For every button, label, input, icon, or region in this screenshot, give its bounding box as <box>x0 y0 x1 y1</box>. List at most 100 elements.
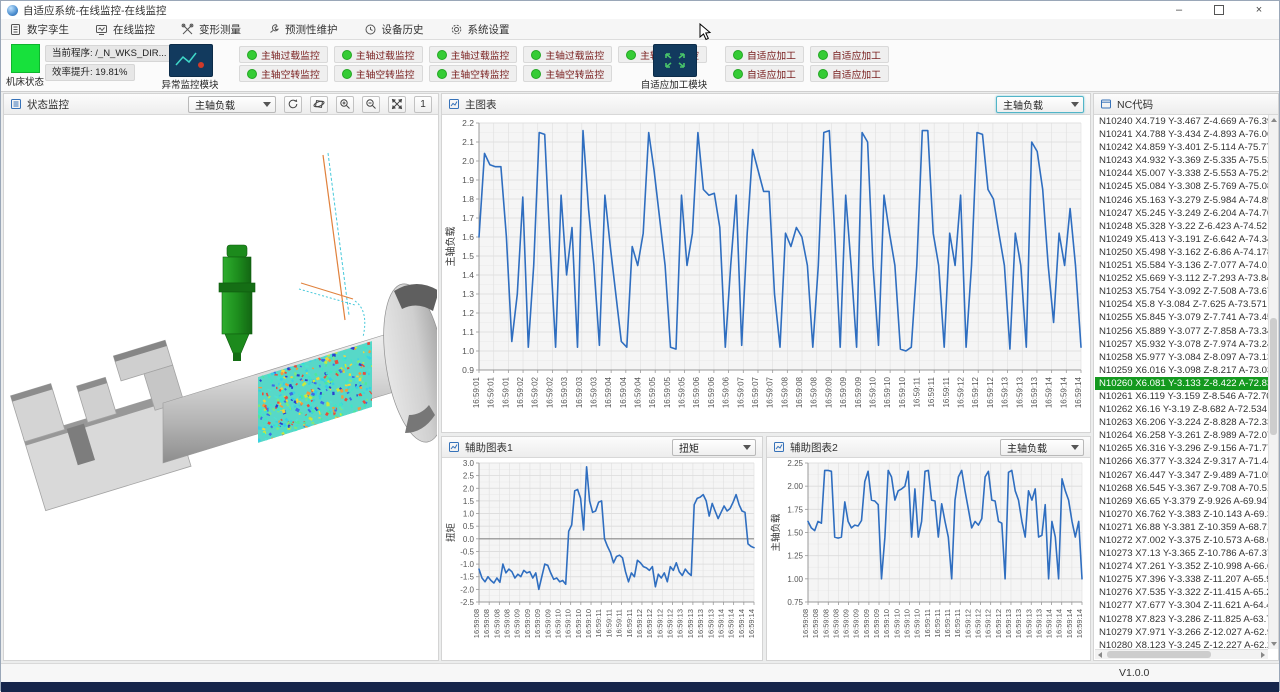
nc-line[interactable]: N10255 X5.845 Y-3.079 Z-7.741 A-73.458 <box>1095 311 1268 324</box>
nc-line[interactable]: N10241 X4.788 Y-3.434 Z-4.893 A-76.062 <box>1095 128 1268 141</box>
adaptive-machining-button-2[interactable]: 自适应加工 <box>810 46 889 63</box>
spindle-overload-monitor-button-4[interactable]: 主轴过载监控 <box>523 46 612 63</box>
minimize-button[interactable]: – <box>1159 1 1199 19</box>
close-button[interactable]: × <box>1239 1 1279 19</box>
nc-line[interactable]: N10273 X7.13 Y-3.365 Z-10.786 A-67.372 <box>1095 547 1268 560</box>
nc-line[interactable]: N10268 X6.545 Y-3.367 Z-9.708 A-70.519 <box>1095 482 1268 495</box>
menu-item-digital-twin[interactable]: 数字孪生 <box>9 22 69 37</box>
fit-view-button[interactable] <box>388 96 406 113</box>
x-tick-label: 16:59:01 <box>501 376 510 408</box>
main-chart-signal-selector[interactable]: 主轴负载 <box>996 96 1084 113</box>
nc-line[interactable]: N10264 X6.258 Y-3.261 Z-8.989 A-72.072 <box>1095 429 1268 442</box>
rotate-view-button[interactable] <box>284 96 302 113</box>
nc-line[interactable]: N10251 X5.584 Y-3.136 Z-7.077 A-74.012 <box>1095 259 1268 272</box>
zoom-in-button[interactable] <box>336 96 354 113</box>
x-tick-label: 16:59:07 <box>766 376 775 408</box>
nc-line[interactable]: N10271 X6.88 Y-3.381 Z-10.359 A-68.711 <box>1095 521 1268 534</box>
spindle-overload-monitor-button-2[interactable]: 主轴过载监控 <box>334 46 423 63</box>
spindle-idle-monitor-button-3[interactable]: 主轴空转监控 <box>429 65 518 82</box>
nc-line[interactable]: N10258 X5.977 Y-3.084 Z-8.097 A-73.138 <box>1095 351 1268 364</box>
nc-line[interactable]: N10278 X7.823 Y-3.286 Z-11.825 A-63.73 <box>1095 613 1268 626</box>
aux-chart2[interactable]: 16:59:0816:59:0816:59:0816:59:0816:59:09… <box>768 458 1089 659</box>
menu-item-online-monitor[interactable]: 在线监控 <box>95 22 155 37</box>
x-tick-label: 16:59:01 <box>487 376 496 408</box>
window-title: 自适应系统-在线监控-在线监控 <box>23 3 167 18</box>
x-tick-label: 16:59:13 <box>706 609 715 638</box>
aux-chart1[interactable]: 16:59:0816:59:0816:59:0816:59:0816:59:09… <box>443 458 761 659</box>
main-chart[interactable]: 16:59:0116:59:0116:59:0116:59:0216:59:02… <box>443 115 1089 431</box>
y-tick-label: 0.0 <box>463 535 475 544</box>
nc-line[interactable]: N10272 X7.002 Y-3.375 Z-10.573 A-68.05 <box>1095 534 1268 547</box>
orbit-view-button[interactable] <box>310 96 328 113</box>
spindle-overload-monitor-button-1[interactable]: 主轴过载监控 <box>239 46 328 63</box>
nc-line[interactable]: N10270 X6.762 Y-3.383 Z-10.143 A-69.34 <box>1095 508 1268 521</box>
nc-line[interactable]: N10262 X6.16 Y-3.19 Z-8.682 A-72.534 C <box>1095 403 1268 416</box>
adaptive-machining-button-b-1[interactable]: 自适应加工 <box>725 65 804 82</box>
maximize-button[interactable] <box>1199 1 1239 19</box>
chart-icon <box>773 441 785 453</box>
nc-line[interactable]: N10248 X5.328 Y-3.22 Z-6.423 A-74.52 C <box>1095 220 1268 233</box>
x-tick-label: 16:59:14 <box>1055 609 1064 638</box>
zoom-out-button[interactable] <box>362 96 380 113</box>
scrollbar-thumb[interactable] <box>1107 651 1211 658</box>
y-tick-label: 1.0 <box>463 510 475 519</box>
x-tick-label: 16:59:10 <box>868 376 877 408</box>
menu-item-system-settings[interactable]: 系统设置 <box>450 22 510 37</box>
menu-item-device-history[interactable]: 设备历史 <box>364 22 424 37</box>
scrollbar-thumb[interactable] <box>1270 318 1277 435</box>
nc-line[interactable]: N10244 X5.007 Y-3.338 Z-5.553 A-75.297 <box>1095 167 1268 180</box>
selector-value: 主轴负载 <box>195 97 257 112</box>
scroll-left-arrow[interactable] <box>1095 650 1105 660</box>
nc-line[interactable]: N10254 X5.8 Y-3.084 Z-7.625 A-73.571 C <box>1095 298 1268 311</box>
nc-line[interactable]: N10246 X5.163 Y-3.279 Z-5.984 A-74.892 <box>1095 194 1268 207</box>
nc-line[interactable]: N10261 X6.119 Y-3.159 Z-8.546 A-72.701 <box>1095 390 1268 403</box>
nc-line[interactable]: N10253 X5.754 Y-3.092 Z-7.508 A-73.677 <box>1095 285 1268 298</box>
aux-chart1-signal-selector[interactable]: 扭矩 <box>672 439 756 456</box>
nc-line[interactable]: N10257 X5.932 Y-3.078 Z-7.974 A-73.243 <box>1095 338 1268 351</box>
nc-line[interactable]: N10279 X7.971 Y-3.266 Z-12.027 A-62.98 <box>1095 626 1268 639</box>
nc-line[interactable]: N10277 X7.677 Y-3.304 Z-11.621 A-64.48 <box>1095 599 1268 612</box>
nc-line[interactable]: N10242 X4.859 Y-3.401 Z-5.114 A-75.775 <box>1095 141 1268 154</box>
nc-line[interactable]: N10266 X6.377 Y-3.324 Z-9.317 A-71.443 <box>1095 455 1268 468</box>
aux-chart2-signal-selector[interactable]: 主轴负载 <box>1000 439 1084 456</box>
spindle-idle-monitor-button-1[interactable]: 主轴空转监控 <box>239 65 328 82</box>
nc-line[interactable]: N10276 X7.535 Y-3.322 Z-11.415 A-65.22 <box>1095 586 1268 599</box>
nc-line[interactable]: N10267 X6.447 Y-3.347 Z-9.489 A-71.055 <box>1095 469 1268 482</box>
nc-line[interactable]: N10275 X7.396 Y-3.338 Z-11.207 A-65.95 <box>1095 573 1268 586</box>
scroll-right-arrow[interactable] <box>1258 650 1268 660</box>
nc-line[interactable]: N10269 X6.65 Y-3.379 Z-9.926 A-69.947 C <box>1095 495 1268 508</box>
nc-line[interactable]: N10265 X6.316 Y-3.296 Z-9.156 A-71.771 <box>1095 442 1268 455</box>
spindle-idle-monitor-button-4[interactable]: 主轴空转监控 <box>523 65 612 82</box>
scroll-up-arrow[interactable] <box>1269 115 1279 125</box>
adaptive-machining-button-1[interactable]: 自适应加工 <box>725 46 804 63</box>
menu-item-deformation-measure[interactable]: 变形测量 <box>181 22 241 37</box>
main-chart-svg: 16:59:0116:59:0116:59:0116:59:0216:59:02… <box>443 115 1089 430</box>
nc-horizontal-scrollbar[interactable] <box>1095 649 1268 659</box>
nc-line[interactable]: N10250 X5.498 Y-3.162 Z-6.86 A-74.178 C <box>1095 246 1268 259</box>
signal-selector-3d[interactable]: 主轴负载 <box>188 96 276 113</box>
3d-viewport[interactable] <box>5 115 437 659</box>
spindle-overload-monitor-button-3[interactable]: 主轴过载监控 <box>429 46 518 63</box>
nc-line[interactable]: N10247 X5.245 Y-3.249 Z-6.204 A-74.701 <box>1095 207 1268 220</box>
nc-line[interactable]: N10256 X5.889 Y-3.077 Z-7.858 A-73.348 <box>1095 325 1268 338</box>
adaptive-machining-button-b-2[interactable]: 自适应加工 <box>810 65 889 82</box>
nc-line-current[interactable]: N10260 X6.081 Y-3.133 Z-8.422 A-72.835 <box>1095 377 1268 390</box>
nc-vertical-scrollbar[interactable] <box>1268 115 1278 649</box>
nc-line[interactable]: N10240 X4.719 Y-3.467 Z-4.669 A-76.396 <box>1095 115 1268 128</box>
scroll-down-arrow[interactable] <box>1269 639 1279 649</box>
nc-line[interactable]: N10252 X5.669 Y-3.112 Z-7.293 A-73.844 <box>1095 272 1268 285</box>
nc-code-list[interactable]: N10240 X4.719 Y-3.467 Z-4.669 A-76.396N1… <box>1095 115 1268 649</box>
spindle-idle-monitor-button-2[interactable]: 主轴空转监控 <box>334 65 423 82</box>
nc-line[interactable]: N10259 X6.016 Y-3.098 Z-8.217 A-73.036 <box>1095 364 1268 377</box>
y-axis-title: 主轴负载 <box>770 513 782 552</box>
nc-line[interactable]: N10274 X7.261 Y-3.352 Z-10.998 A-66.67 <box>1095 560 1268 573</box>
nc-line[interactable]: N10263 X6.206 Y-3.224 Z-8.828 A-72.33 C <box>1095 416 1268 429</box>
zoom-level-button[interactable]: 1 <box>414 96 432 113</box>
title-bar: 自适应系统-在线监控-在线监控 – × <box>1 1 1279 20</box>
nc-line[interactable]: N10243 X4.932 Y-3.369 Z-5.335 A-75.523 <box>1095 154 1268 167</box>
nc-line[interactable]: N10245 X5.084 Y-3.308 Z-5.769 A-75.088 <box>1095 180 1268 193</box>
menu-item-predictive-maintenance[interactable]: 预测性维护 <box>267 22 338 37</box>
nc-line[interactable]: N10280 X8.123 Y-3.245 Z-12.227 A-62.23 <box>1095 639 1268 649</box>
nc-line[interactable]: N10249 X5.413 Y-3.191 Z-6.642 A-74.346 <box>1095 233 1268 246</box>
menu-bar: 数字孪生 在线监控 变形测量 预测性维护 设备历史 系统设置 <box>1 19 1279 40</box>
